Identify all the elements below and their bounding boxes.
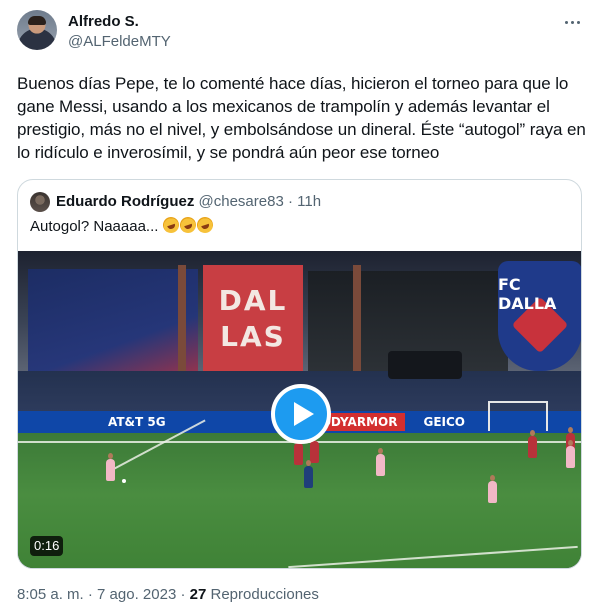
quoted-author-name[interactable]: Eduardo Rodríguez <box>56 193 194 210</box>
tweet-card: Alfredo S. @ALFeldeMTY Buenos días Pepe,… <box>0 0 598 612</box>
views-label[interactable]: Reproducciones <box>211 586 319 603</box>
tweet-time[interactable]: 8:05 a. m. <box>17 586 84 603</box>
video-player[interactable]: DAL LAS FC DALLA AT&T 5G BODYARMOR GEICO <box>18 251 581 568</box>
author-name[interactable]: Alfredo S. <box>68 13 139 30</box>
stadium-truck <box>388 351 462 379</box>
metadata-separator: · <box>180 586 186 603</box>
quoted-timestamp[interactable]: 11h <box>297 193 321 210</box>
rolling-on-floor-laughing-icon <box>177 214 198 236</box>
club-crest: FC DALLA <box>498 261 581 371</box>
quoted-tweet-header: Eduardo Rodríguez @chesare83 · 11h <box>56 193 321 210</box>
quoted-separator: · <box>287 193 293 210</box>
stadium-pole <box>353 265 361 387</box>
player <box>528 430 537 458</box>
views-count[interactable]: 27 <box>190 586 207 603</box>
player <box>106 453 115 481</box>
player <box>376 448 385 476</box>
tweet-metadata: 8:05 a. m. · 7 ago. 2023 · 27 Reproducci… <box>17 586 319 603</box>
emoji-group <box>160 214 215 236</box>
ad-board: GEICO <box>423 415 465 429</box>
dallas-tower-sign: DAL LAS <box>203 265 303 385</box>
ball <box>122 479 126 483</box>
author-avatar[interactable] <box>17 10 57 50</box>
quoted-author-handle[interactable]: @chesare83 <box>199 193 284 210</box>
video-duration: 0:16 <box>30 536 64 556</box>
stadium-banner <box>28 269 198 387</box>
quoted-author-avatar[interactable] <box>30 192 50 212</box>
metadata-separator: · <box>87 586 93 603</box>
author-handle[interactable]: @ALFeldeMTY <box>68 33 171 50</box>
tweet-text: Buenos días Pepe, te lo comenté hace día… <box>17 74 586 162</box>
rolling-on-floor-laughing-icon <box>160 214 181 236</box>
player <box>488 475 497 503</box>
tweet-date[interactable]: 7 ago. 2023 <box>97 586 176 603</box>
play-icon <box>293 402 314 426</box>
quoted-text: Autogol? Naaaaa... <box>30 218 159 235</box>
rolling-on-floor-laughing-icon <box>194 214 215 236</box>
player <box>294 437 303 465</box>
referee <box>304 460 313 488</box>
ad-board: AT&T 5G <box>108 415 166 429</box>
player <box>310 435 319 463</box>
quoted-tweet[interactable]: Eduardo Rodríguez @chesare83 · 11h Autog… <box>17 179 582 569</box>
more-horizontal-icon[interactable] <box>560 12 584 32</box>
play-button[interactable] <box>271 384 331 444</box>
stadium-pole <box>178 265 186 387</box>
player <box>566 440 575 468</box>
goal-post <box>488 401 548 431</box>
quoted-text-line: Autogol? Naaaaa... <box>30 214 215 236</box>
